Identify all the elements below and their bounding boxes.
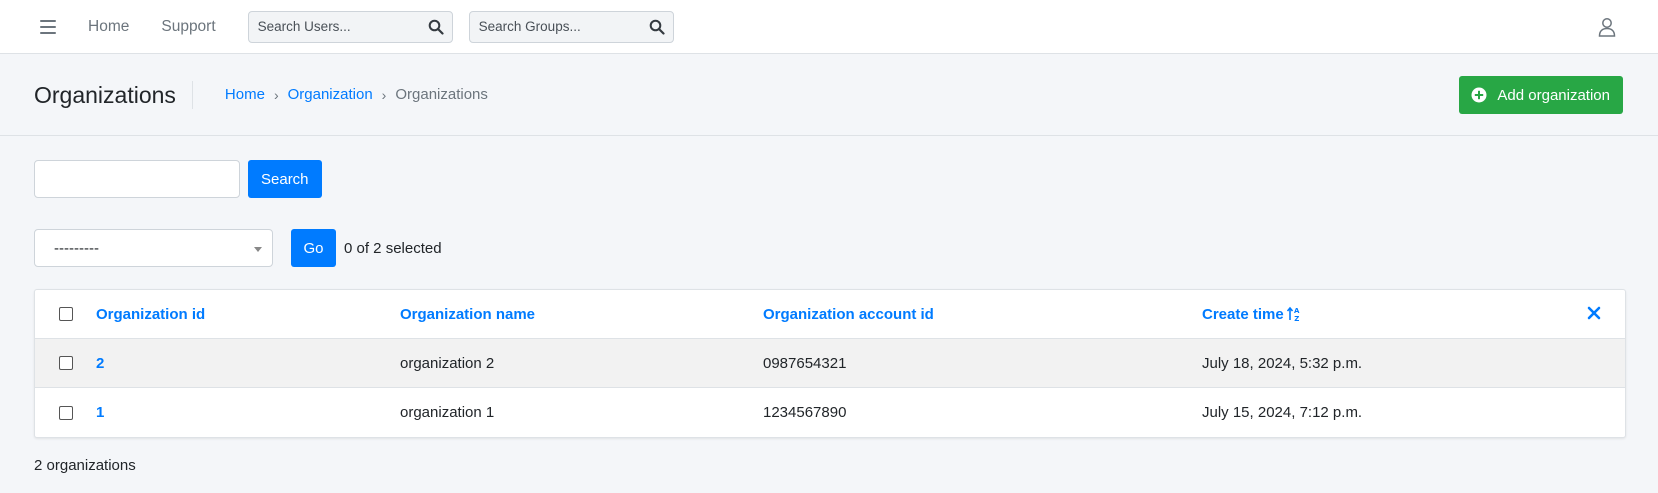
plus-circle-icon [1471, 87, 1487, 103]
action-select-value: --------- [54, 239, 99, 257]
search-groups-input[interactable] [478, 19, 649, 34]
top-navbar: Home Support [0, 0, 1658, 54]
add-organization-button[interactable]: Add organization [1459, 76, 1623, 114]
organization-account-id-cell: 0987654321 [763, 354, 847, 372]
breadcrumb-home-link[interactable]: Home [225, 86, 265, 103]
search-icon[interactable] [649, 19, 665, 35]
search-users-input[interactable] [257, 19, 428, 34]
svg-text:Z: Z [1294, 315, 1299, 322]
add-organization-label: Add organization [1497, 86, 1610, 104]
column-header-create-time-label: Create time [1202, 305, 1284, 323]
organization-id-link[interactable]: 2 [96, 355, 400, 372]
table-row: 2 organization 2 0987654321 July 18, 202… [35, 339, 1625, 388]
search-button[interactable]: Search [248, 160, 322, 198]
search-groups-box [468, 10, 674, 43]
search-input[interactable] [34, 160, 240, 198]
table-row: 1 organization 1 1234567890 July 15, 202… [35, 388, 1625, 437]
column-header-create-time[interactable]: Create time AZ [1202, 305, 1625, 324]
organization-name-cell: organization 2 [400, 354, 495, 372]
organization-account-id-cell: 1234567890 [763, 404, 847, 421]
sort-ascending-icon[interactable]: AZ [1286, 306, 1301, 323]
column-header-organization-id[interactable]: Organization id [96, 306, 400, 323]
hamburger-menu-icon[interactable] [40, 19, 56, 34]
organization-name-cell: organization 1 [400, 404, 495, 421]
breadcrumb: Home › Organization › Organizations [225, 86, 488, 103]
breadcrumb-separator: › [273, 86, 279, 103]
breadcrumb-current: Organizations [395, 86, 488, 103]
svg-text:A: A [1294, 307, 1300, 315]
organization-id-link[interactable]: 1 [96, 404, 400, 421]
main-content: Search --------- Go 0 of 2 selected Orga… [0, 136, 1658, 474]
row-checkbox[interactable] [59, 405, 73, 420]
user-icon[interactable] [1598, 17, 1616, 37]
action-select[interactable]: --------- [34, 229, 273, 267]
actions-bar: --------- Go 0 of 2 selected [34, 229, 1624, 267]
select-all-checkbox[interactable] [59, 307, 73, 321]
search-users-box [247, 10, 453, 43]
selected-count: 0 of 2 selected [344, 239, 442, 257]
table-header-row: Organization id Organization name Organi… [35, 290, 1625, 339]
breadcrumb-organization-link[interactable]: Organization [288, 86, 373, 103]
go-button[interactable]: Go [291, 229, 336, 267]
create-time-cell: July 18, 2024, 5:32 p.m. [1202, 354, 1363, 372]
page-title: Organizations [34, 80, 193, 109]
create-time-cell: July 15, 2024, 7:12 p.m. [1202, 404, 1363, 421]
nav-home-link[interactable]: Home [88, 18, 129, 36]
chevron-down-icon [254, 247, 262, 252]
search-bar: Search [34, 160, 1624, 198]
nav-support-link[interactable]: Support [161, 18, 215, 36]
results-table: Organization id Organization name Organi… [34, 289, 1626, 438]
column-header-organization-account-id[interactable]: Organization account id [763, 306, 1202, 323]
page-header: Organizations Home › Organization › Orga… [0, 54, 1658, 136]
column-header-organization-name[interactable]: Organization name [400, 306, 763, 323]
row-checkbox[interactable] [59, 356, 73, 370]
search-icon[interactable] [428, 19, 444, 35]
close-icon[interactable] [1587, 306, 1601, 320]
breadcrumb-separator: › [381, 86, 387, 103]
results-count: 2 organizations [34, 457, 136, 474]
